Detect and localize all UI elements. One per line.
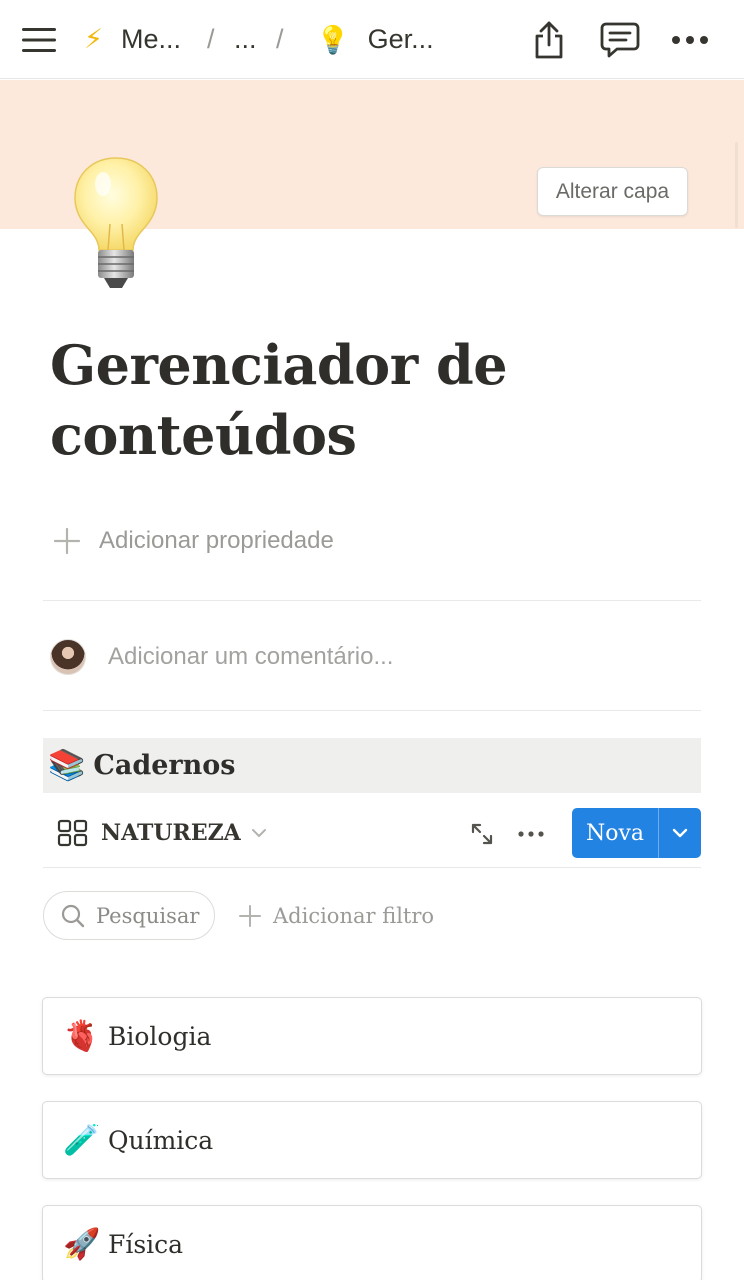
scrollbar[interactable]	[735, 142, 738, 228]
lightbulb-icon[interactable]	[70, 154, 162, 294]
breadcrumb-item-2[interactable]: ...	[234, 0, 257, 79]
rocket-icon: 🚀	[63, 1226, 101, 1262]
breadcrumb-item-1[interactable]: ⚡ Me...	[84, 0, 181, 79]
card-title: Biologia	[108, 1021, 212, 1051]
add-filter-button[interactable]: Adicionar filtro	[237, 891, 434, 940]
more-options-icon[interactable]	[671, 0, 709, 79]
view-name-label: NATUREZA	[101, 820, 241, 846]
test-tube-icon: 🧪	[63, 1122, 101, 1158]
chevron-down-icon	[672, 828, 688, 838]
breadcrumb-label: ...	[234, 24, 257, 54]
share-icon[interactable]	[532, 0, 566, 79]
card-title: Química	[108, 1125, 214, 1155]
gallery-card-quimica[interactable]: 🧪 Química	[42, 1101, 702, 1179]
search-button[interactable]: Pesquisar	[43, 891, 215, 940]
comment-input[interactable]: Adicionar um comentário...	[108, 643, 393, 671]
divider	[43, 710, 701, 711]
gallery-view-icon	[57, 819, 88, 847]
breadcrumb-label: Me...	[120, 24, 181, 54]
change-cover-button[interactable]: Alterar capa	[537, 167, 688, 216]
chevron-down-icon	[251, 829, 266, 837]
lightbulb-icon: 💡	[316, 24, 350, 56]
page-title-line-2: conteúdos	[50, 403, 357, 467]
card-title: Física	[108, 1229, 184, 1259]
top-bar: ⚡ Me... / ... / 💡 Ger...	[0, 0, 744, 79]
search-icon	[61, 904, 85, 927]
filter-row: Pesquisar Adicionar filtro	[43, 891, 701, 941]
add-property-button[interactable]: Adicionar propriedade	[52, 522, 334, 560]
add-property-label: Adicionar propriedade	[99, 527, 334, 554]
breadcrumb-separator: /	[276, 24, 284, 54]
anatomical-heart-icon: 🫀	[63, 1018, 101, 1054]
add-filter-label: Adicionar filtro	[273, 903, 435, 928]
view-bar: NATUREZA Nova	[43, 808, 701, 858]
divider	[43, 600, 701, 601]
plus-icon	[53, 527, 81, 555]
breadcrumb-item-3[interactable]: 💡 Ger...	[316, 0, 434, 79]
gallery-card-biologia[interactable]: 🫀 Biologia	[42, 997, 702, 1075]
expand-icon[interactable]	[469, 821, 495, 852]
books-icon: 📚	[48, 748, 86, 783]
new-dropdown-button[interactable]	[659, 808, 701, 858]
menu-icon[interactable]	[22, 0, 58, 79]
database-title[interactable]: 📚 Cadernos	[43, 738, 701, 793]
comments-icon[interactable]	[600, 0, 640, 79]
plus-icon	[239, 904, 261, 927]
page-title[interactable]: Gerenciador de conteúdos	[50, 330, 690, 470]
search-label: Pesquisar	[96, 903, 200, 928]
comment-box[interactable]: Adicionar um comentário...	[50, 637, 393, 677]
lightning-icon: ⚡	[84, 24, 103, 55]
gallery-card-fisica[interactable]: 🚀 Física	[42, 1205, 702, 1280]
avatar	[50, 639, 86, 675]
page-title-line-1: Gerenciador de	[50, 333, 508, 397]
view-selector[interactable]: NATUREZA	[57, 808, 267, 858]
breadcrumb-separator: /	[207, 24, 215, 54]
breadcrumb-label: Ger...	[367, 24, 434, 54]
divider	[43, 867, 701, 868]
view-more-icon[interactable]	[517, 821, 545, 852]
database-title-label: Cadernos	[93, 750, 236, 781]
new-button[interactable]: Nova	[572, 808, 658, 858]
new-button-group: Nova	[572, 808, 701, 858]
